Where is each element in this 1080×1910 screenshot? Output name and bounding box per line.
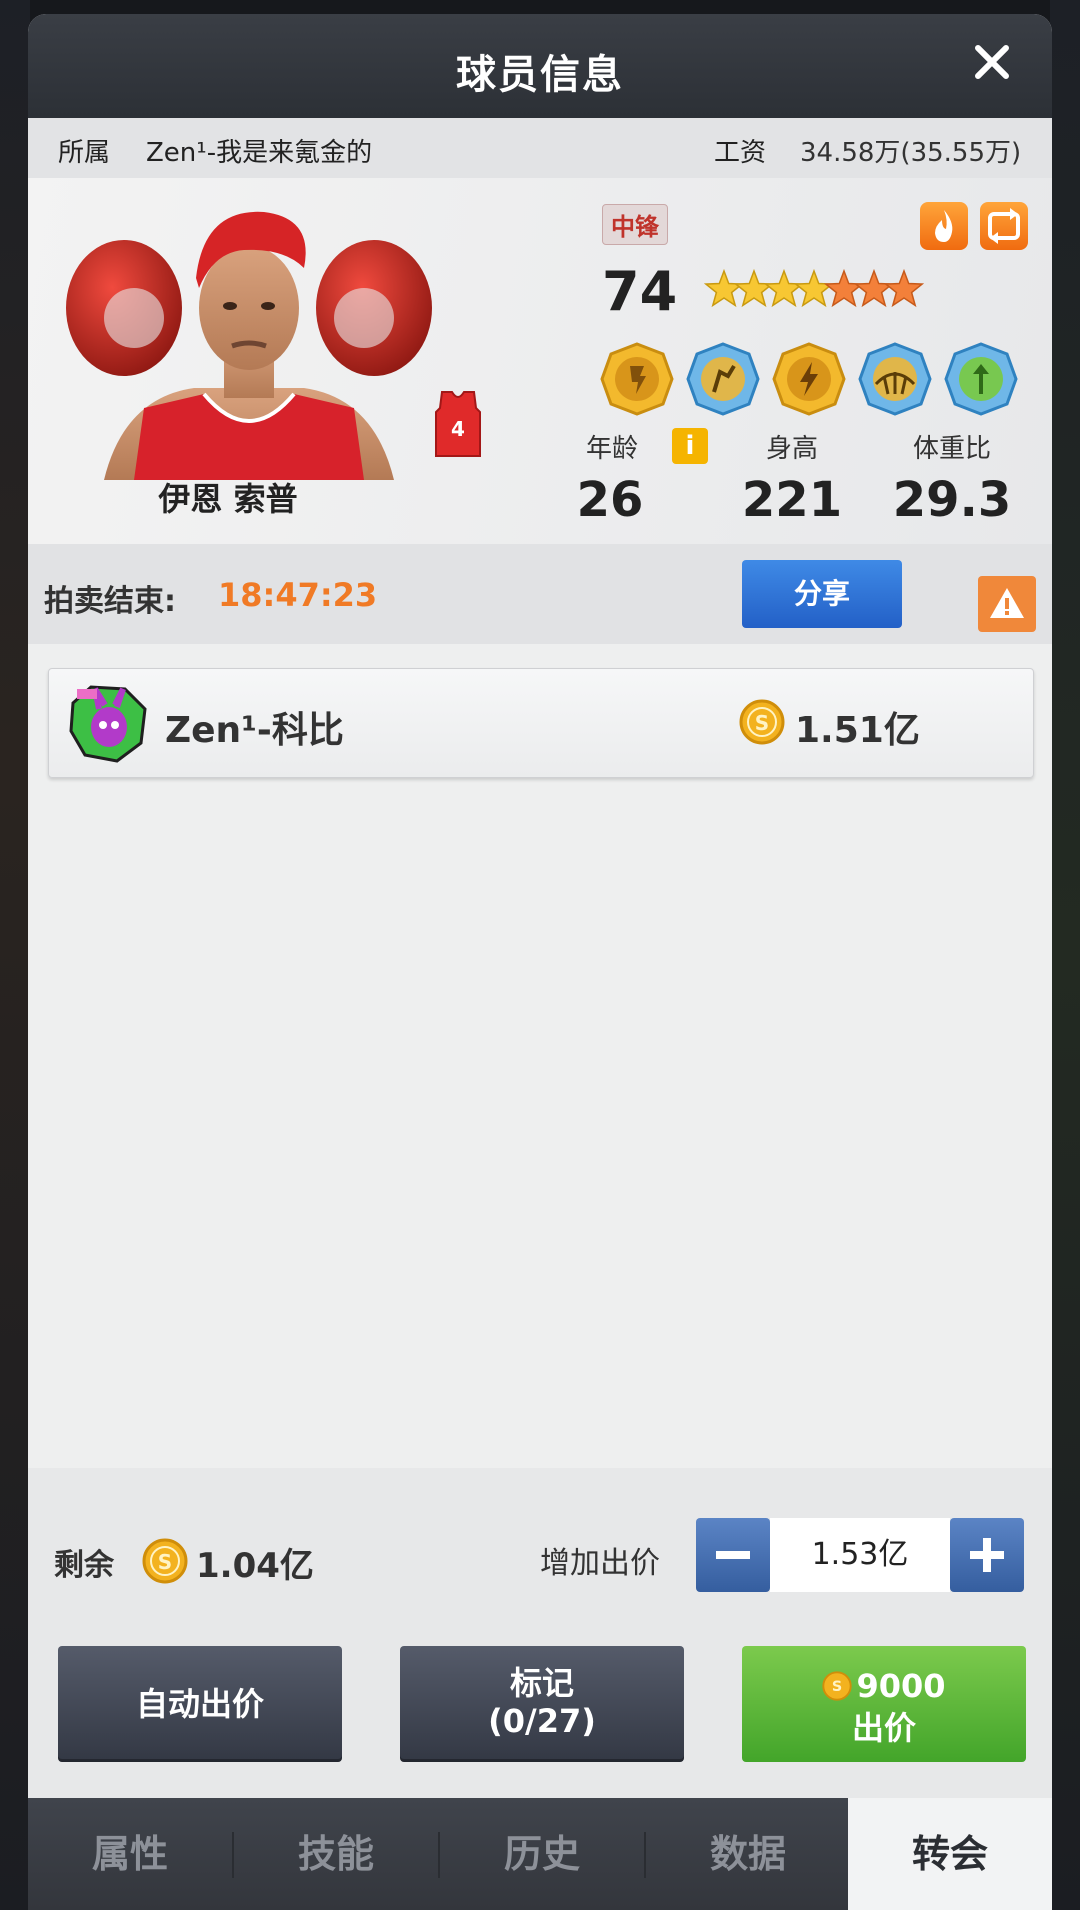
svg-text:4: 4: [451, 417, 465, 441]
owner-value: Zen¹-我是来氪金的: [146, 138, 373, 168]
star-icon: [763, 268, 805, 308]
title-bar: 球员信息: [28, 14, 1052, 118]
close-button[interactable]: [966, 36, 1018, 88]
coin-icon: S: [822, 1671, 853, 1701]
player-rating: 74: [602, 260, 678, 323]
weight-ratio-label: 体重比: [912, 434, 991, 464]
bidder-avatar: [69, 685, 147, 763]
background-right: [1050, 0, 1080, 1910]
weight-ratio-value: 29.3: [892, 472, 1012, 528]
mark-button[interactable]: 标记 (0/27): [400, 1646, 684, 1762]
increase-bid-button[interactable]: [950, 1518, 1024, 1592]
bid-controls: 剩余 S 1.04亿 增加出价 1.53亿 自动出价 标记 (0/27) S 9…: [28, 1468, 1052, 1798]
age-label: 年龄: [585, 434, 638, 464]
auto-bid-button[interactable]: 自动出价: [58, 1646, 342, 1762]
tab-skills[interactable]: 技能: [234, 1798, 438, 1910]
report-button[interactable]: [978, 576, 1036, 632]
info-bar: 所属 Zen¹-我是来氪金的 工资 34.58万(35.55万): [28, 118, 1052, 178]
player-card: 4 伊恩 索普 中锋 74 年龄 i 26 身高 221 体重比 29.3: [28, 178, 1052, 544]
height-label: 身高: [765, 434, 818, 464]
coin-icon: S: [142, 1538, 188, 1584]
mark-label: 标记: [509, 1664, 574, 1702]
minus-icon: [716, 1551, 750, 1559]
auction-bar: 拍卖结束: 18:47:23 分享: [28, 544, 1052, 644]
svg-text:S: S: [832, 1679, 842, 1695]
position-badge: 中锋: [602, 204, 668, 245]
star-icon: [704, 268, 745, 308]
height-value: 221: [741, 472, 843, 528]
player-info-dialog: 球员信息 所属 Zen¹-我是来氪金的 工资 34.58万(35.55万) 4 …: [28, 14, 1052, 1910]
tab-transfer[interactable]: 转会: [848, 1798, 1052, 1910]
fire-icon[interactable]: [920, 202, 968, 250]
speed-badge-icon[interactable]: [772, 342, 846, 416]
jersey-icon: 4: [435, 391, 481, 457]
age-value: 26: [576, 472, 644, 528]
swap-icon[interactable]: [980, 202, 1028, 250]
star-icon: [883, 268, 924, 308]
close-icon: [975, 45, 1009, 79]
bid-amount: 1.51亿: [795, 710, 920, 751]
star-icon: [733, 268, 775, 308]
auction-end-label: 拍卖结束:: [44, 584, 176, 619]
rebound-badge-icon[interactable]: [858, 342, 932, 416]
star-icon: [793, 268, 835, 308]
bid-list-item[interactable]: Zen¹-科比 S 1.51亿: [48, 668, 1034, 778]
tab-history[interactable]: 历史: [440, 1798, 644, 1910]
bid-button-label: 出价: [851, 1709, 916, 1747]
info-icon[interactable]: i: [672, 428, 708, 464]
warning-icon: [990, 588, 1024, 618]
bid-amount-input[interactable]: 1.53亿: [770, 1518, 950, 1592]
svg-text:S: S: [755, 711, 769, 735]
decrease-bid-button[interactable]: [696, 1518, 770, 1592]
share-button[interactable]: 分享: [742, 560, 902, 628]
salary-value: 34.58万(35.55万): [800, 138, 1022, 168]
star-icon: [823, 268, 865, 308]
leader-badge-icon[interactable]: [944, 342, 1018, 416]
post-player-badge-icon[interactable]: [600, 342, 674, 416]
mark-count: (0/27): [488, 1702, 596, 1740]
star-rating: [704, 268, 924, 308]
bid-price-row: S 9000: [742, 1666, 1026, 1706]
salary-label: 工资: [714, 138, 767, 168]
tab-attributes[interactable]: 属性: [28, 1798, 232, 1910]
remaining-label: 剩余: [54, 1548, 114, 1583]
defender-badge-icon[interactable]: [686, 342, 760, 416]
background-left: [0, 0, 30, 1910]
svg-text:S: S: [158, 1550, 172, 1574]
owner-label: 所属: [58, 138, 111, 168]
player-name: 伊恩 索普: [158, 480, 298, 518]
remaining-value: 1.04亿: [196, 1546, 314, 1586]
plus-icon: [970, 1538, 1004, 1572]
dialog-title: 球员信息: [456, 52, 624, 98]
coin-icon: S: [739, 699, 785, 745]
bottom-tab-bar: 属性 技能 历史 数据 转会: [28, 1798, 1052, 1910]
bidder-name: Zen¹-科比: [165, 710, 344, 751]
auction-countdown: 18:47:23: [218, 576, 378, 614]
bid-price: 9000: [856, 1667, 946, 1705]
place-bid-button[interactable]: S 9000 出价: [742, 1646, 1026, 1762]
player-portrait: [66, 211, 432, 480]
star-icon: [853, 268, 895, 308]
tab-data[interactable]: 数据: [646, 1798, 850, 1910]
increase-bid-label: 增加出价: [540, 1546, 660, 1581]
